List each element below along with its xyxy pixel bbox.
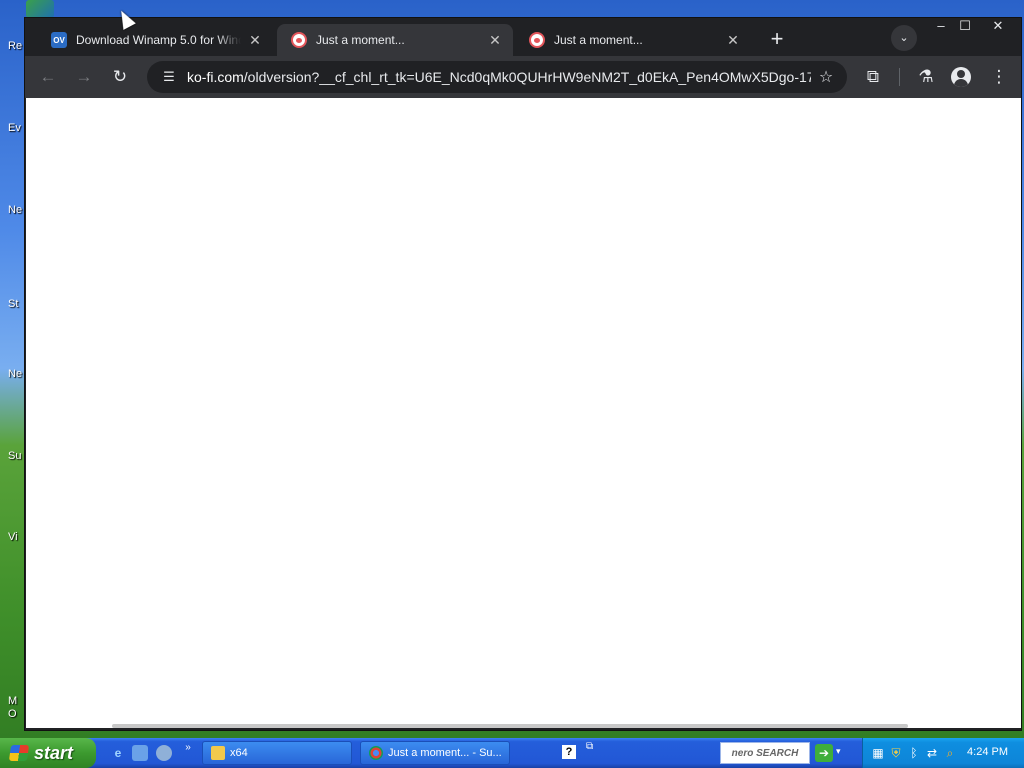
tab-search-button[interactable]: ⌄ — [891, 25, 917, 51]
tab-title: Download Winamp 5.0 for Windows — [76, 33, 241, 47]
system-tray: ▦ ⛨ ᛒ ⇄ ⌕ 4:24 PM — [862, 738, 1024, 768]
dropdown-arrow-icon[interactable]: ▾ — [836, 746, 841, 757]
media-icon[interactable] — [132, 745, 148, 761]
tab-title: Just a moment... — [316, 33, 405, 47]
browser-toolbar: ← → ↻ ☰ ko-fi.com/oldversion?__cf_chl_rt… — [25, 56, 1021, 98]
profile-avatar-icon[interactable] — [951, 67, 971, 87]
close-tab-icon[interactable]: ✕ — [247, 32, 263, 49]
windows-flag-icon — [8, 745, 30, 761]
nero-search-box[interactable]: nero SEARCH — [720, 742, 810, 764]
task-label: Just a moment... - Su... — [388, 747, 502, 759]
task-folder-x64[interactable]: x64 — [202, 741, 352, 765]
reload-button[interactable]: ↻ — [106, 64, 134, 90]
go-arrow-icon[interactable]: ➔ — [815, 744, 833, 762]
address-bar[interactable]: ☰ ko-fi.com/oldversion?__cf_chl_rt_tk=U6… — [147, 61, 847, 93]
new-tab-button[interactable]: + — [763, 26, 791, 54]
forward-button[interactable]: → — [70, 64, 98, 90]
page-content[interactable] — [26, 98, 1021, 728]
url-text[interactable]: ko-fi.com/oldversion?__cf_chl_rt_tk=U6E_… — [183, 69, 811, 85]
ie-icon[interactable]: e — [110, 745, 126, 761]
help-icon[interactable]: ? — [562, 745, 576, 759]
clock[interactable]: 4:24 PM — [967, 746, 1008, 758]
window-stack-icon[interactable]: ⧉ — [586, 741, 593, 752]
kofi-icon — [291, 32, 307, 48]
tab-just-a-moment[interactable]: Just a moment... ✕ — [515, 24, 751, 56]
labs-flask-icon[interactable]: ⚗ — [912, 64, 940, 90]
bookmark-star-icon[interactable]: ☆ — [811, 67, 841, 87]
taskbar: start e » x64 Just a moment... - Su... ?… — [0, 738, 1024, 768]
extensions-icon[interactable]: ⧉ — [859, 64, 887, 90]
site-info-icon[interactable]: ☰ — [155, 69, 183, 85]
tab-title: Just a moment... — [554, 33, 643, 47]
network-icon[interactable]: ▦ — [871, 746, 885, 760]
back-button[interactable]: ← — [34, 64, 62, 90]
task-label: x64 — [230, 747, 248, 759]
maximize-button[interactable]: ☐ — [951, 18, 979, 36]
horizontal-scrollbar[interactable] — [112, 724, 908, 728]
quick-launch-more-icon[interactable]: » — [180, 740, 196, 756]
browser-window: OV Download Winamp 5.0 for Windows ✕ Jus… — [24, 17, 1022, 731]
tab-winamp[interactable]: OV Download Winamp 5.0 for Windows ✕ — [37, 24, 273, 56]
close-tab-icon[interactable]: ✕ — [487, 32, 503, 49]
task-chrome[interactable]: Just a moment... - Su... — [360, 741, 510, 765]
bluetooth-icon[interactable]: ᛒ — [907, 746, 921, 760]
arrows-icon[interactable]: ⇄ — [925, 746, 939, 760]
messenger-icon[interactable] — [156, 745, 172, 761]
start-button[interactable]: start — [0, 738, 96, 768]
menu-kebab-icon[interactable]: ⋮ — [985, 64, 1013, 90]
kofi-icon — [529, 32, 545, 48]
tab-just-a-moment-active[interactable]: Just a moment... ✕ — [277, 24, 513, 56]
desktop-icon[interactable] — [26, 0, 54, 18]
ov-icon: OV — [51, 32, 67, 48]
toolbar-divider — [899, 68, 900, 86]
chrome-icon — [369, 746, 383, 760]
close-tab-icon[interactable]: ✕ — [725, 32, 741, 49]
url-host: ko-fi.com — [187, 69, 244, 85]
close-window-button[interactable]: ✕ — [984, 18, 1012, 36]
url-path: /oldversion?__cf_chl_rt_tk=U6E_Ncd0qMk0Q… — [243, 69, 811, 85]
folder-icon — [211, 746, 225, 760]
tab-strip: OV Download Winamp 5.0 for Windows ✕ Jus… — [25, 18, 1021, 56]
search-icon[interactable]: ⌕ — [943, 746, 957, 760]
security-shield-icon[interactable]: ⛨ — [889, 746, 903, 760]
start-label: start — [34, 742, 74, 763]
